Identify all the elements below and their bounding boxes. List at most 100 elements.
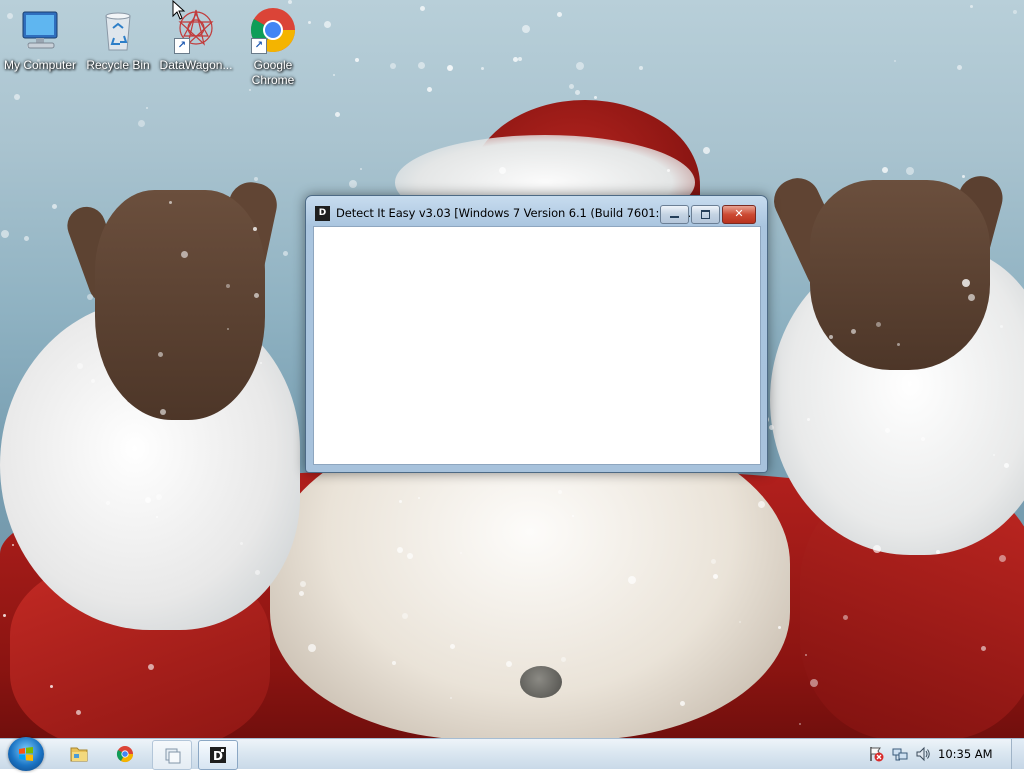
snowflake	[14, 94, 20, 100]
snowflake	[52, 204, 57, 209]
snowflake	[894, 60, 896, 62]
snowflake	[148, 664, 154, 670]
close-icon: ✕	[734, 207, 744, 220]
snowflake	[156, 516, 158, 518]
snowflake	[460, 552, 462, 554]
taskbar-chrome-button[interactable]	[106, 740, 144, 768]
desktop-icon-label: My Computer	[3, 58, 77, 72]
snowflake	[569, 84, 574, 89]
snowflake	[957, 65, 962, 70]
taskbar-detect-it-easy-button[interactable]: D	[198, 740, 238, 770]
snowflake	[1004, 463, 1009, 468]
snowflake	[962, 279, 970, 287]
windows-logo-icon	[19, 747, 33, 761]
snowflake	[703, 147, 710, 154]
snowflake	[254, 293, 259, 298]
snowflake	[249, 89, 251, 91]
snowflake	[420, 6, 425, 11]
snowflake	[711, 559, 716, 564]
wallpaper-glove	[810, 180, 990, 370]
snowflake	[906, 167, 914, 175]
snowflake	[851, 329, 856, 334]
snowflake	[506, 661, 512, 667]
show-desktop-button[interactable]	[1011, 739, 1024, 769]
desktop-icon-datawagon[interactable]: ↗ DataWagon...	[156, 6, 236, 73]
snowflake	[829, 335, 833, 339]
taskbar-clock[interactable]: 10:35 AM	[938, 747, 993, 761]
snowflake	[418, 62, 425, 69]
taskbar[interactable]: D 10:35 AM	[0, 737, 1024, 771]
snowflake	[283, 251, 288, 256]
snowflake	[499, 167, 506, 174]
close-button[interactable]: ✕	[722, 205, 756, 224]
snowflake	[255, 570, 260, 575]
snowflake	[399, 500, 402, 503]
snowflake	[993, 454, 995, 456]
snowflake	[962, 175, 965, 178]
desktop[interactable]: My Computer Recycle Bin ↗ DataWagon... ↗…	[0, 0, 1024, 738]
detect-it-easy-window[interactable]: D Detect It Easy v3.03 [Windows 7 Versio…	[305, 195, 768, 473]
shortcut-arrow-icon: ↗	[251, 38, 267, 54]
volume-icon[interactable]	[915, 746, 931, 762]
snowflake	[897, 343, 900, 346]
snowflake	[628, 576, 636, 584]
snowflake	[226, 284, 230, 288]
snowflake	[518, 57, 522, 61]
desktop-icon-google-chrome[interactable]: ↗ Google Chrome	[233, 6, 313, 88]
snowflake	[575, 90, 580, 95]
snowflake	[999, 555, 1006, 562]
snowflake	[324, 21, 331, 28]
folder-icon	[70, 747, 88, 762]
snowflake	[921, 437, 925, 441]
recycle-bin-icon	[94, 6, 142, 54]
snowflake	[3, 614, 6, 617]
snowflake	[355, 58, 359, 62]
snowflake	[810, 679, 818, 687]
snowflake	[360, 168, 362, 170]
snowflake	[427, 87, 432, 92]
snowflake	[1000, 325, 1003, 328]
snowflake	[227, 328, 229, 330]
desktop-icon-recycle-bin[interactable]: Recycle Bin	[78, 6, 158, 73]
snowflake	[24, 236, 29, 241]
snowflake	[799, 723, 801, 725]
snowflake	[288, 0, 292, 4]
minimize-button[interactable]	[660, 205, 689, 224]
window-client-area[interactable]	[313, 226, 761, 465]
snowflake	[667, 169, 670, 172]
start-button[interactable]	[8, 737, 44, 771]
snowflake	[572, 515, 574, 517]
maximize-button[interactable]	[691, 205, 720, 224]
snowflake	[739, 621, 741, 623]
app-icon: D	[315, 206, 330, 221]
snowflake	[680, 701, 685, 706]
snowflake	[254, 177, 258, 181]
snowflake	[138, 120, 145, 127]
snowflake	[392, 661, 396, 665]
snowflake	[91, 379, 95, 383]
snowflake	[156, 494, 162, 500]
desktop-icon-my-computer[interactable]: My Computer	[0, 6, 80, 73]
snowflake	[639, 66, 643, 70]
minimize-icon	[661, 206, 688, 223]
snowflake	[713, 574, 718, 579]
snowflake	[335, 112, 340, 117]
snowflake	[873, 545, 881, 553]
switch-windows-icon	[165, 748, 181, 764]
snowflake	[169, 201, 172, 204]
snowflake	[253, 227, 257, 231]
snowflake	[561, 657, 566, 662]
taskbar-explorer-button[interactable]	[60, 740, 98, 768]
action-center-icon[interactable]	[868, 746, 884, 762]
snowflake	[87, 294, 93, 300]
network-icon[interactable]	[892, 746, 908, 762]
chrome-icon: ↗	[249, 6, 297, 54]
snowflake	[885, 428, 890, 433]
window-titlebar[interactable]: D Detect It Easy v3.03 [Windows 7 Versio…	[306, 196, 767, 226]
snowflake	[970, 5, 973, 8]
snowflake	[402, 613, 408, 619]
snowflake	[50, 685, 53, 688]
taskbar-switch-windows-button[interactable]	[152, 740, 192, 770]
desktop-icon-label: Google	[253, 58, 293, 72]
snowflake	[522, 25, 530, 33]
